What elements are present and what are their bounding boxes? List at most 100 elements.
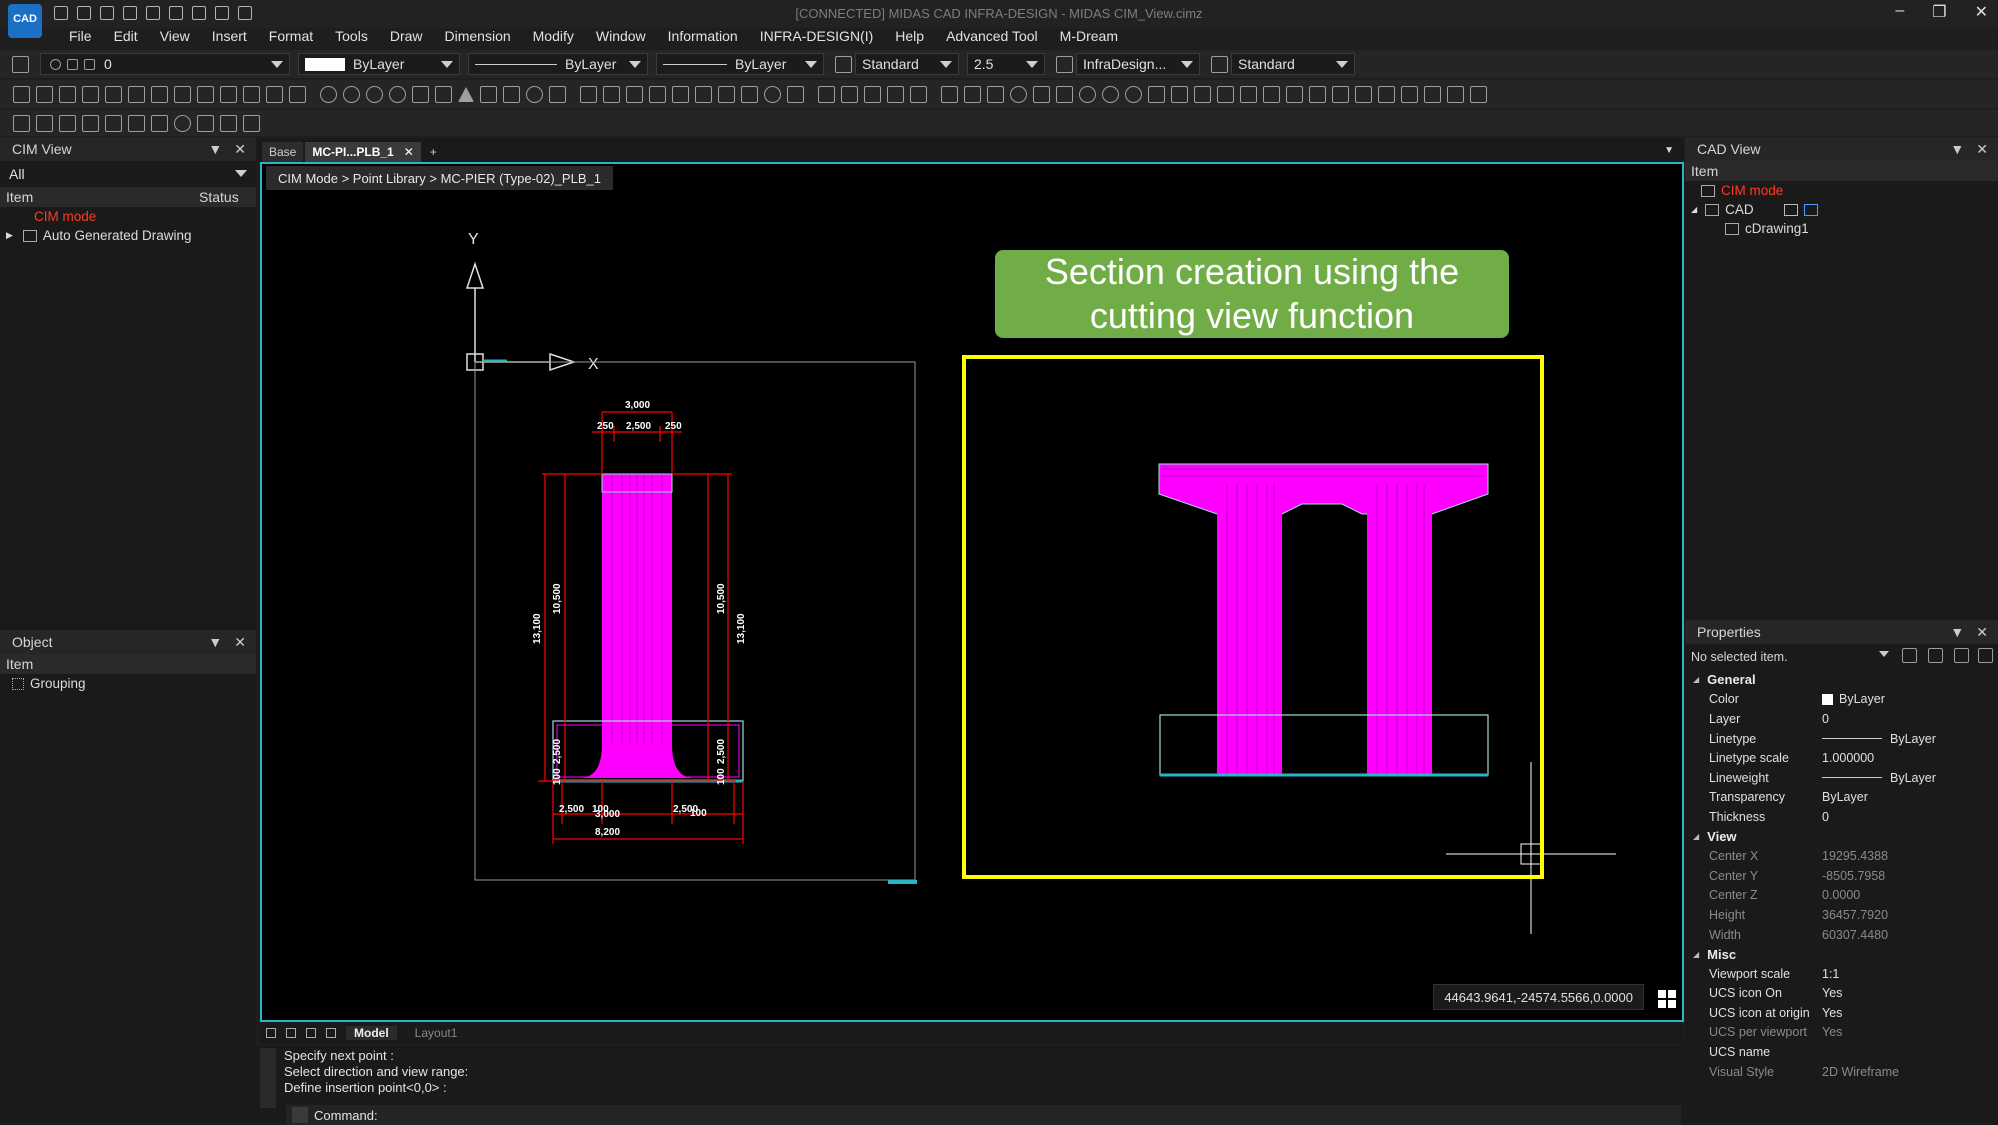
drawing-viewport[interactable]: CIM Mode > Point Library > MC-PIER (Type… bbox=[260, 162, 1684, 1022]
prop-group-view[interactable]: View bbox=[1685, 827, 1998, 847]
table-icon[interactable] bbox=[841, 85, 858, 103]
close-icon[interactable]: ✕ bbox=[234, 634, 246, 651]
window-icon[interactable] bbox=[1803, 203, 1818, 216]
tool-icon[interactable] bbox=[320, 85, 337, 103]
tree-item-cim-mode[interactable]: CIM mode bbox=[0, 207, 256, 226]
tool-icon[interactable] bbox=[1424, 85, 1441, 103]
view-icon[interactable] bbox=[1783, 203, 1798, 216]
scale-icon[interactable] bbox=[197, 114, 214, 132]
select-objects-icon[interactable] bbox=[1954, 648, 1969, 663]
tool-icon[interactable] bbox=[458, 86, 474, 102]
collapse-icon[interactable]: ◢ bbox=[1691, 205, 1697, 214]
layer-combo[interactable]: 0 bbox=[40, 53, 290, 75]
tool-icon[interactable] bbox=[197, 85, 214, 103]
text-style-combo[interactable]: Standard bbox=[855, 53, 959, 75]
tool-icon[interactable] bbox=[695, 85, 712, 103]
table-icon[interactable] bbox=[910, 85, 927, 103]
tool-icon[interactable] bbox=[1217, 85, 1234, 103]
tool-icon[interactable] bbox=[82, 85, 99, 103]
rotate-icon[interactable] bbox=[174, 114, 191, 132]
match-properties-icon[interactable] bbox=[1978, 648, 1993, 663]
tab-add-button[interactable]: + bbox=[423, 142, 444, 162]
tool-icon[interactable] bbox=[580, 85, 597, 103]
tool-icon[interactable] bbox=[366, 85, 383, 103]
expand-icon[interactable]: ▶ bbox=[6, 230, 13, 241]
tree-item-cdrawing1[interactable]: cDrawing1 bbox=[1685, 219, 1998, 238]
tool-icon[interactable] bbox=[1332, 85, 1349, 103]
prop-row-ucs-name[interactable]: UCS name bbox=[1685, 1042, 1998, 1062]
prop-row-viewport-scale[interactable]: Viewport scale 1:1 bbox=[1685, 964, 1998, 984]
menu-edit[interactable]: Edit bbox=[103, 26, 149, 48]
command-input[interactable]: Command: bbox=[286, 1105, 1681, 1125]
pin-icon[interactable]: ▼ bbox=[1950, 624, 1964, 641]
pin-icon[interactable]: ▼ bbox=[1950, 141, 1964, 158]
prop-row-ucs-icon-at-origin[interactable]: UCS icon at origin Yes bbox=[1685, 1003, 1998, 1023]
linetype-combo[interactable]: ByLayer bbox=[468, 53, 648, 75]
tool-icon[interactable] bbox=[603, 85, 620, 103]
first-tab-icon[interactable] bbox=[266, 1028, 276, 1038]
tool-icon[interactable] bbox=[243, 114, 260, 132]
tool-icon[interactable] bbox=[718, 85, 735, 103]
tool-icon[interactable] bbox=[1240, 85, 1257, 103]
line-icon[interactable] bbox=[128, 114, 145, 132]
dim-style-combo[interactable]: InfraDesign... bbox=[1076, 53, 1200, 75]
table-icon[interactable] bbox=[864, 85, 881, 103]
tool-icon[interactable] bbox=[412, 85, 429, 103]
color-combo[interactable]: ByLayer bbox=[298, 53, 460, 75]
tree-item-auto-generated-drawing[interactable]: ▶ Auto Generated Drawing bbox=[0, 226, 256, 245]
menu-format[interactable]: Format bbox=[258, 26, 324, 48]
prev-tab-icon[interactable] bbox=[286, 1028, 296, 1038]
menu-modify[interactable]: Modify bbox=[522, 26, 585, 48]
tool-icon[interactable] bbox=[105, 85, 122, 103]
tool-icon[interactable] bbox=[503, 85, 520, 103]
dim-style-icon[interactable] bbox=[1056, 55, 1073, 73]
menu-file[interactable]: File bbox=[58, 26, 103, 48]
pin-icon[interactable]: ▼ bbox=[208, 141, 222, 158]
layers-icon[interactable] bbox=[105, 114, 122, 132]
menu-infra-design[interactable]: INFRA-DESIGN(I) bbox=[749, 26, 885, 48]
prop-group-misc[interactable]: Misc bbox=[1685, 944, 1998, 964]
tool-icon[interactable] bbox=[1447, 85, 1464, 103]
tool-icon[interactable] bbox=[1286, 85, 1303, 103]
tool-icon[interactable] bbox=[526, 85, 543, 103]
tool-icon[interactable] bbox=[289, 85, 306, 103]
text-style-icon[interactable] bbox=[835, 55, 852, 73]
tool-icon[interactable] bbox=[1010, 85, 1027, 103]
next-tab-icon[interactable] bbox=[306, 1028, 316, 1038]
tool-icon[interactable] bbox=[941, 85, 958, 103]
tab-mc-pier[interactable]: MC-PI...PLB_1 ✕ bbox=[305, 142, 421, 162]
table-icon[interactable] bbox=[818, 85, 835, 103]
close-icon[interactable]: ✕ bbox=[234, 141, 246, 158]
prop-row-transparency[interactable]: Transparency ByLayer bbox=[1685, 788, 1998, 808]
quick-select-icon[interactable] bbox=[1902, 648, 1917, 663]
tool-icon[interactable] bbox=[1079, 85, 1096, 103]
tab-layout1[interactable]: Layout1 bbox=[407, 1026, 466, 1040]
tool-icon[interactable] bbox=[13, 114, 30, 132]
layer-manager-icon[interactable] bbox=[12, 55, 29, 73]
menu-information[interactable]: Information bbox=[657, 26, 749, 48]
select-icon[interactable] bbox=[82, 114, 99, 132]
tool-icon[interactable] bbox=[1171, 85, 1188, 103]
tree-item-cim-mode[interactable]: CIM mode bbox=[1685, 181, 1998, 200]
menu-insert[interactable]: Insert bbox=[201, 26, 258, 48]
table-style-combo[interactable]: Standard bbox=[1231, 53, 1355, 75]
tool-icon[interactable] bbox=[1194, 85, 1211, 103]
command-menu-icon[interactable] bbox=[260, 1048, 276, 1108]
prop-row-layer[interactable]: Layer 0 bbox=[1685, 709, 1998, 729]
close-icon[interactable]: ✕ bbox=[1976, 141, 1988, 158]
text-icon[interactable] bbox=[36, 114, 53, 132]
tool-icon[interactable] bbox=[1355, 85, 1372, 103]
text-height-combo[interactable]: 2.5 bbox=[967, 53, 1045, 75]
prop-row-ucs-icon-on[interactable]: UCS icon On Yes bbox=[1685, 984, 1998, 1004]
tool-icon[interactable] bbox=[59, 114, 76, 132]
minimize-icon[interactable]: – bbox=[1895, 2, 1904, 22]
menu-help[interactable]: Help bbox=[884, 26, 935, 48]
grid-icon[interactable] bbox=[1658, 990, 1676, 1008]
tool-icon[interactable] bbox=[435, 85, 452, 103]
tool-icon[interactable] bbox=[649, 85, 666, 103]
tool-icon[interactable] bbox=[1309, 85, 1326, 103]
menu-dimension[interactable]: Dimension bbox=[434, 26, 522, 48]
pin-icon[interactable]: ▼ bbox=[208, 634, 222, 651]
close-icon[interactable]: ✕ bbox=[404, 145, 414, 159]
tool-icon[interactable] bbox=[764, 85, 781, 103]
